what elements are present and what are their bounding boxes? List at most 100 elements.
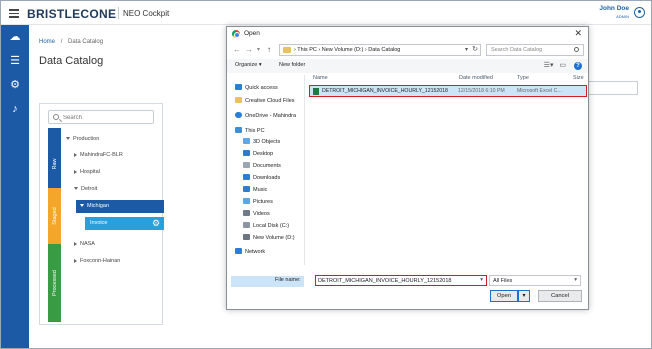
address-bar[interactable]: › This PC › New Volume (D:) › Data Catal… — [279, 44, 481, 56]
stage-raw-label: Raw — [51, 158, 58, 170]
command-bar: Organize ▾ New folder ☰▾ ▭ ? — [227, 59, 588, 73]
chevron-right-icon — [74, 241, 77, 246]
chevron-right-icon — [74, 152, 77, 157]
close-icon[interactable]: ✕ — [574, 28, 582, 39]
cloud-icon — [235, 112, 242, 118]
breadcrumb-current: Data Catalog — [68, 39, 104, 45]
up-arrow-icon[interactable]: ↑ — [267, 45, 271, 54]
tree-node-nasa[interactable]: NASA — [74, 241, 95, 247]
open-dropdown-button[interactable]: ▾ — [518, 290, 530, 302]
column-name[interactable]: Name — [313, 75, 328, 81]
chevron-down-icon — [66, 137, 70, 141]
address-this-pc[interactable]: This PC — [297, 47, 317, 53]
user-icon[interactable] — [634, 7, 645, 18]
brand-logo: BRISTLECONE — [27, 7, 117, 21]
tree-node-michigan[interactable]: Michigan — [76, 200, 164, 213]
tree-node-mahindra[interactable]: MahindraFC-BLR — [74, 152, 123, 158]
nav-label: This PC — [245, 128, 265, 134]
nav-new-volume[interactable]: New Volume (D:) — [243, 234, 295, 241]
column-date[interactable]: Date modified — [459, 75, 493, 81]
dialog-search-placeholder: Search Data Catalog — [491, 47, 543, 53]
forward-arrow-icon[interactable]: → — [245, 45, 253, 54]
nav-documents[interactable]: Documents — [243, 162, 281, 169]
new-folder-button[interactable]: New folder — [279, 62, 305, 68]
file-type-select[interactable]: All Files ▾ — [489, 275, 581, 286]
picture-icon — [243, 198, 250, 204]
video-icon — [243, 210, 250, 216]
chevron-down-icon — [80, 204, 84, 208]
chevron-down-icon: ▾ — [574, 277, 577, 283]
user-info[interactable]: John Doe ADMIN — [599, 5, 629, 19]
nav-label: New Volume (D:) — [253, 235, 295, 241]
open-button[interactable]: Open — [490, 290, 518, 302]
chevron-down-icon[interactable]: ▾ — [480, 277, 483, 283]
settings-icon[interactable]: ⚙ — [9, 79, 21, 91]
tree-node-production[interactable]: Production — [66, 136, 99, 142]
nav-pictures[interactable]: Pictures — [243, 198, 273, 205]
chevron-down-icon — [74, 187, 78, 191]
menu-icon[interactable] — [9, 9, 19, 18]
tree-node-label: MahindraFC-BLR — [80, 152, 123, 158]
organize-button[interactable]: Organize ▾ — [235, 62, 262, 68]
file-name-label: File name: — [275, 277, 301, 283]
tree-node-hospital[interactable]: Hospital — [74, 169, 100, 175]
nav-downloads[interactable]: Downloads — [243, 174, 280, 181]
file-name-value: DETROIT_MICHIGAN_INVOICE_HOURLY_12152018 — [318, 278, 452, 284]
nav-creative-cloud[interactable]: Creative Cloud Files — [235, 97, 295, 104]
nav-3d-objects[interactable]: 3D Objects — [243, 138, 280, 145]
tree-node-invoice[interactable]: Invoice ⚙ — [85, 217, 164, 230]
nav-this-pc[interactable]: This PC — [235, 127, 265, 134]
dialog-titlebar: Open ✕ — [227, 27, 588, 41]
nav-music[interactable]: Music — [243, 186, 267, 193]
nav-quick-access[interactable]: Quick access — [235, 84, 278, 91]
nav-label: Pictures — [253, 199, 273, 205]
preview-pane-icon[interactable]: ▭ — [559, 62, 566, 69]
nav-videos[interactable]: Videos — [243, 210, 270, 217]
help-icon[interactable]: ? — [574, 62, 582, 70]
search-icon — [574, 47, 579, 52]
tree-node-foxconn[interactable]: Foxconn-Hainan — [74, 258, 120, 264]
breadcrumb-separator: / — [60, 39, 63, 45]
nav-label: Documents — [253, 163, 281, 169]
bell-icon[interactable]: ♪ — [9, 103, 21, 115]
dialog-title: Open — [244, 30, 260, 37]
column-size[interactable]: Size — [573, 75, 584, 81]
view-options-icon[interactable]: ☰▾ — [544, 62, 554, 69]
tree-node-label: NASA — [80, 241, 95, 247]
top-bar: BRISTLECONE NEO Cockpit John Doe ADMIN — [1, 1, 651, 25]
address-data-catalog[interactable]: Data Catalog — [368, 47, 400, 53]
tree-search[interactable] — [48, 110, 154, 124]
back-arrow-icon[interactable]: ← — [233, 45, 241, 54]
chevron-down-icon[interactable]: ▾ — [465, 46, 468, 53]
gear-icon[interactable]: ⚙ — [152, 219, 161, 228]
chevron-down-icon: ▾ — [522, 293, 526, 299]
tree-node-label: Hospital — [80, 169, 100, 175]
sliders-icon[interactable]: ☰ — [9, 55, 21, 67]
star-icon — [235, 84, 242, 90]
breadcrumb-home[interactable]: Home — [39, 39, 55, 45]
nav-onedrive[interactable]: OneDrive - Mahindra — [235, 112, 296, 119]
stage-staged-label: Staged — [51, 207, 58, 225]
dialog-search-input[interactable]: Search Data Catalog — [486, 44, 584, 56]
background-input[interactable] — [586, 81, 638, 95]
cancel-button[interactable]: Cancel — [538, 290, 582, 302]
refresh-icon[interactable]: ↻ — [472, 45, 478, 53]
tree-node-detroit[interactable]: Detroit — [74, 186, 97, 192]
open-file-dialog: Open ✕ ← → ▾ ↑ › This PC › New Volume (D… — [226, 26, 589, 310]
nav-label: Local Disk (C:) — [253, 223, 290, 229]
nav-local-disk[interactable]: Local Disk (C:) — [243, 222, 289, 229]
tree-node-label: Foxconn-Hainan — [80, 258, 121, 264]
chevron-down-icon[interactable]: ▾ — [257, 46, 260, 53]
cloud-icon[interactable]: ☁ — [9, 31, 21, 43]
tree-node-label: Production — [73, 136, 100, 142]
file-row[interactable]: DETROIT_MICHIGAN_INVOICE_HOURLY_12152018… — [309, 85, 587, 97]
tree-search-input[interactable] — [63, 113, 151, 122]
chevron-right-icon — [74, 258, 77, 263]
column-type[interactable]: Type — [517, 75, 529, 81]
nav-network[interactable]: Network — [235, 248, 265, 255]
breadcrumb: Home / Data Catalog — [39, 39, 103, 45]
nav-desktop[interactable]: Desktop — [243, 150, 273, 157]
file-name-input[interactable]: DETROIT_MICHIGAN_INVOICE_HOURLY_12152018… — [315, 275, 487, 286]
address-new-volume[interactable]: New Volume (D:) — [322, 47, 364, 53]
stage-processed: Processed — [48, 244, 61, 322]
